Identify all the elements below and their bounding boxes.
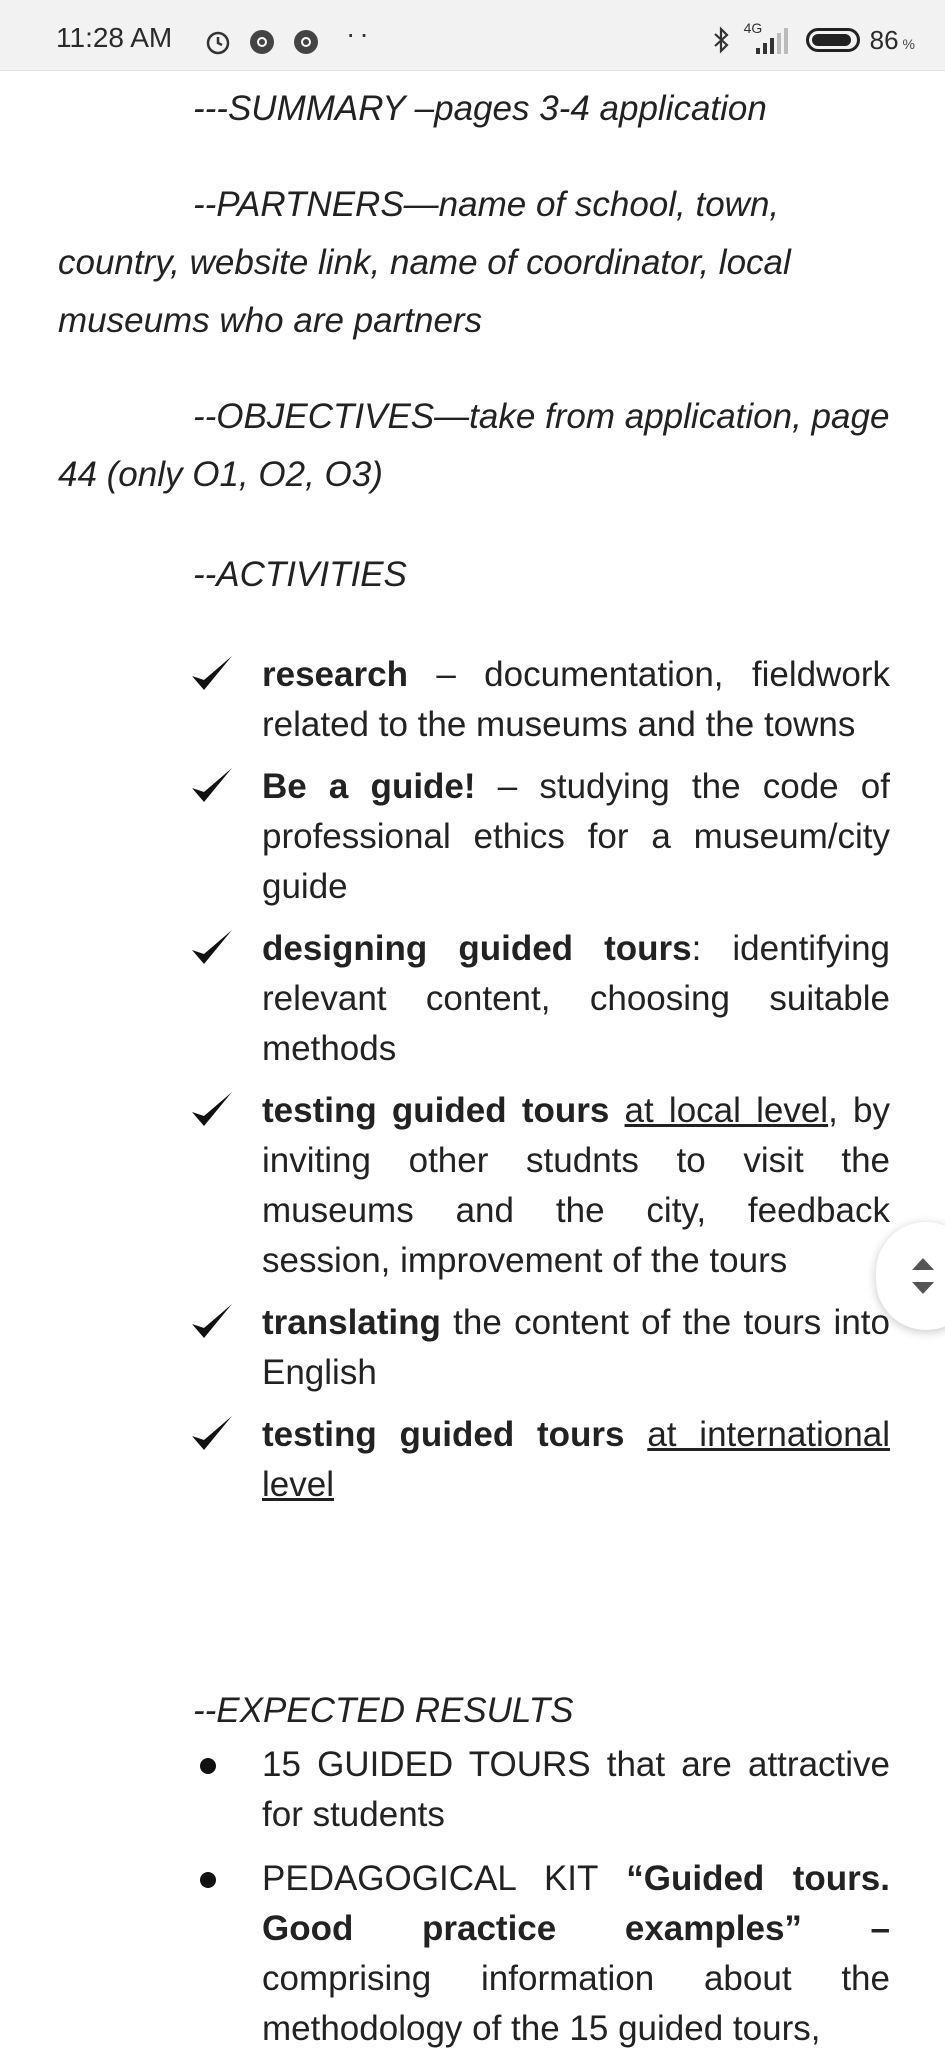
objectives-paragraph: --OBJECTIVES—take from application, page… <box>58 397 890 494</box>
checkmark-icon <box>192 1416 232 1450</box>
checkmark-icon <box>192 656 232 690</box>
battery-icon <box>805 28 860 52</box>
checkmark-icon <box>192 930 232 964</box>
document-page: ---SUMMARY –pages 3-4 application --PART… <box>0 70 945 2048</box>
chrome-icon <box>250 30 274 54</box>
signal-icon: 4G <box>742 20 796 56</box>
battery-unit: % <box>902 36 915 52</box>
partners-paragraph: --PARTNERS—name of school, town, country… <box>58 185 791 340</box>
list-item: testing guided tours at local level, by … <box>190 1086 890 1286</box>
expected-results-heading: --EXPECTED RESULTS <box>193 1691 574 1730</box>
clock: 11:28 AM <box>56 22 173 53</box>
bullet-icon <box>200 1872 216 1888</box>
more-notifications-icon: ·· <box>346 18 373 49</box>
bluetooth-icon <box>713 26 729 54</box>
results-list: 15 GUIDED TOURS that are attractive for … <box>190 1740 890 2054</box>
list-item: PEDAGOGICAL KIT “Guided tours. Good prac… <box>190 1854 890 2054</box>
checkmark-icon <box>192 1304 232 1338</box>
list-item: Be a guide! – studying the code of profe… <box>190 762 890 912</box>
activities-list: research – documentation, fieldwork rela… <box>190 650 890 1510</box>
list-item: translating the content of the tours int… <box>190 1298 890 1398</box>
battery-level: 86 <box>869 24 899 55</box>
list-item: research – documentation, fieldwork rela… <box>190 650 890 750</box>
checkmark-icon <box>192 1092 232 1126</box>
status-icons: 4G 86 % <box>712 20 915 56</box>
summary-line: ---SUMMARY –pages 3-4 application <box>193 89 767 128</box>
chrome-icon <box>294 30 318 54</box>
status-bar: 11:28 AM ·· 4G 86 % <box>0 0 945 71</box>
list-item: 15 GUIDED TOURS that are attractive for … <box>190 1740 890 1840</box>
checkmark-icon <box>192 768 232 802</box>
alarm-icon <box>206 31 230 55</box>
list-item: testing guided tours at international le… <box>190 1410 890 1510</box>
scroll-arrows-icon <box>912 1258 934 1294</box>
activities-heading: --ACTIVITIES <box>193 555 407 594</box>
list-item: designing guided tours: identifying rele… <box>190 924 890 1074</box>
bullet-icon <box>200 1758 216 1774</box>
